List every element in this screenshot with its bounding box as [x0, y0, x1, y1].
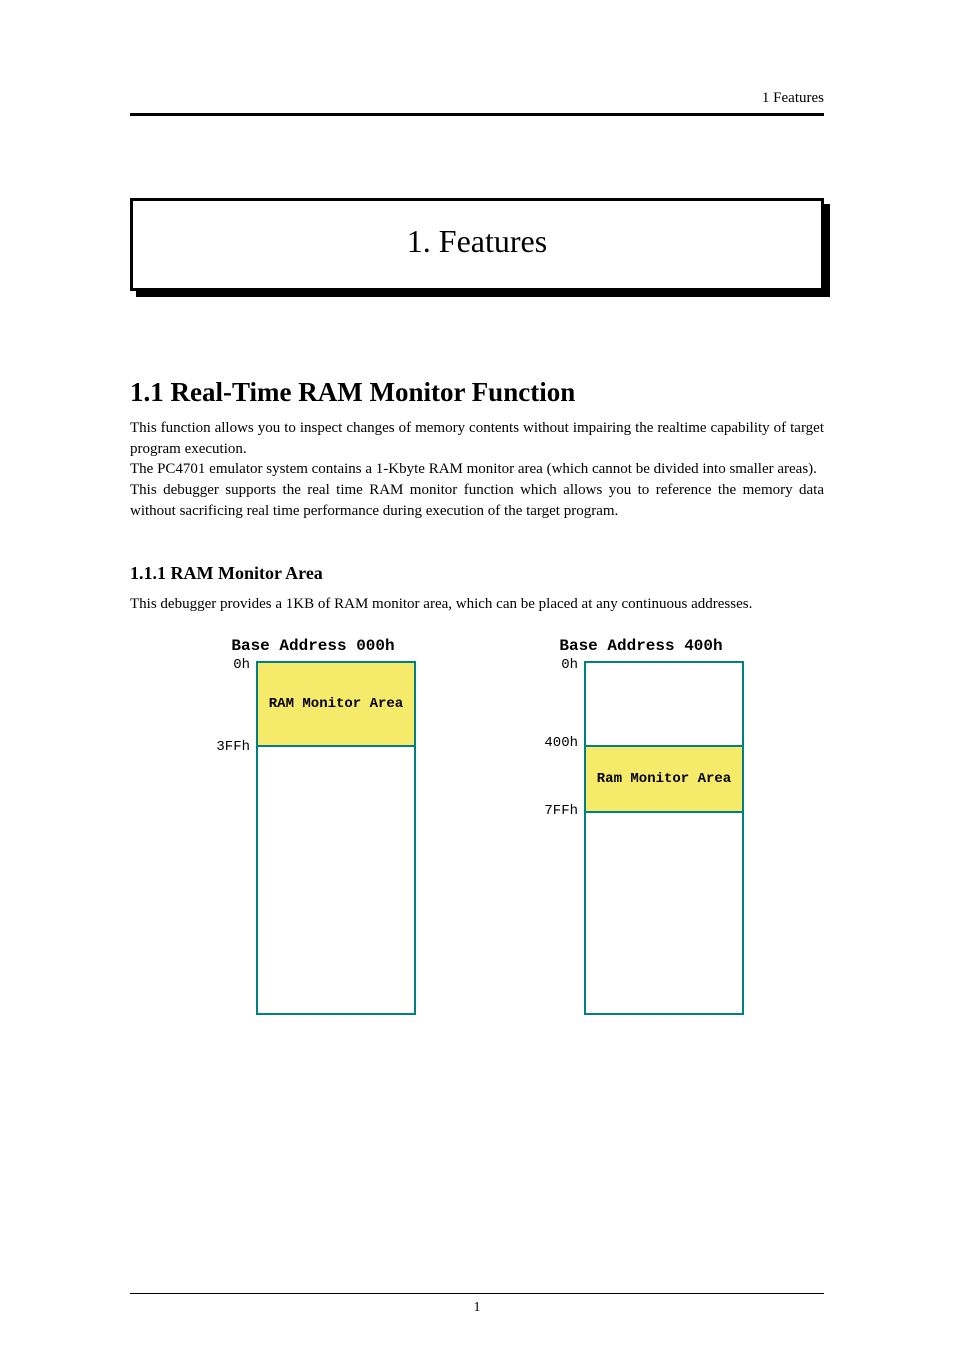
addr-label: 3FFh [198, 739, 250, 755]
addr-label: 0h [198, 657, 250, 673]
diagram-row: Base Address 000h 0h 3FFh RAM Monitor Ar… [130, 637, 824, 1021]
section-para: This debugger supports the real time RAM… [130, 480, 824, 521]
diagram-base-000h: Base Address 000h 0h 3FFh RAM Monitor Ar… [198, 637, 428, 1021]
memory-box: Ram Monitor Area [584, 661, 744, 1015]
diagram-title: Base Address 400h [526, 637, 756, 655]
diagram-title: Base Address 000h [198, 637, 428, 655]
header-rule [130, 113, 824, 116]
ram-monitor-area: RAM Monitor Area [258, 663, 414, 747]
section-para: The PC4701 emulator system contains a 1-… [130, 459, 824, 480]
page: 1 Features 1. Features 1.1 Real-Time RAM… [0, 0, 954, 1350]
addr-label: 7FFh [526, 803, 578, 819]
section-para: This function allows you to inspect chan… [130, 418, 824, 459]
subsection-para: This debugger provides a 1KB of RAM moni… [130, 594, 824, 615]
addr-label: 400h [526, 735, 578, 751]
ram-monitor-area: Ram Monitor Area [586, 745, 742, 813]
addr-label: 0h [526, 657, 578, 673]
chapter-title-box: 1. Features [130, 198, 824, 291]
chapter-title: 1. Features [407, 223, 547, 259]
page-number: 1 [0, 1300, 954, 1316]
diagram-base-400h: Base Address 400h 0h 400h 7FFh Ram Monit… [526, 637, 756, 1021]
footer-rule [130, 1293, 824, 1294]
header-right: 1 Features [130, 90, 824, 107]
subsection-title: 1.1.1 RAM Monitor Area [130, 563, 824, 584]
memory-box: RAM Monitor Area [256, 661, 416, 1015]
section-title: 1.1 Real-Time RAM Monitor Function [130, 377, 824, 408]
